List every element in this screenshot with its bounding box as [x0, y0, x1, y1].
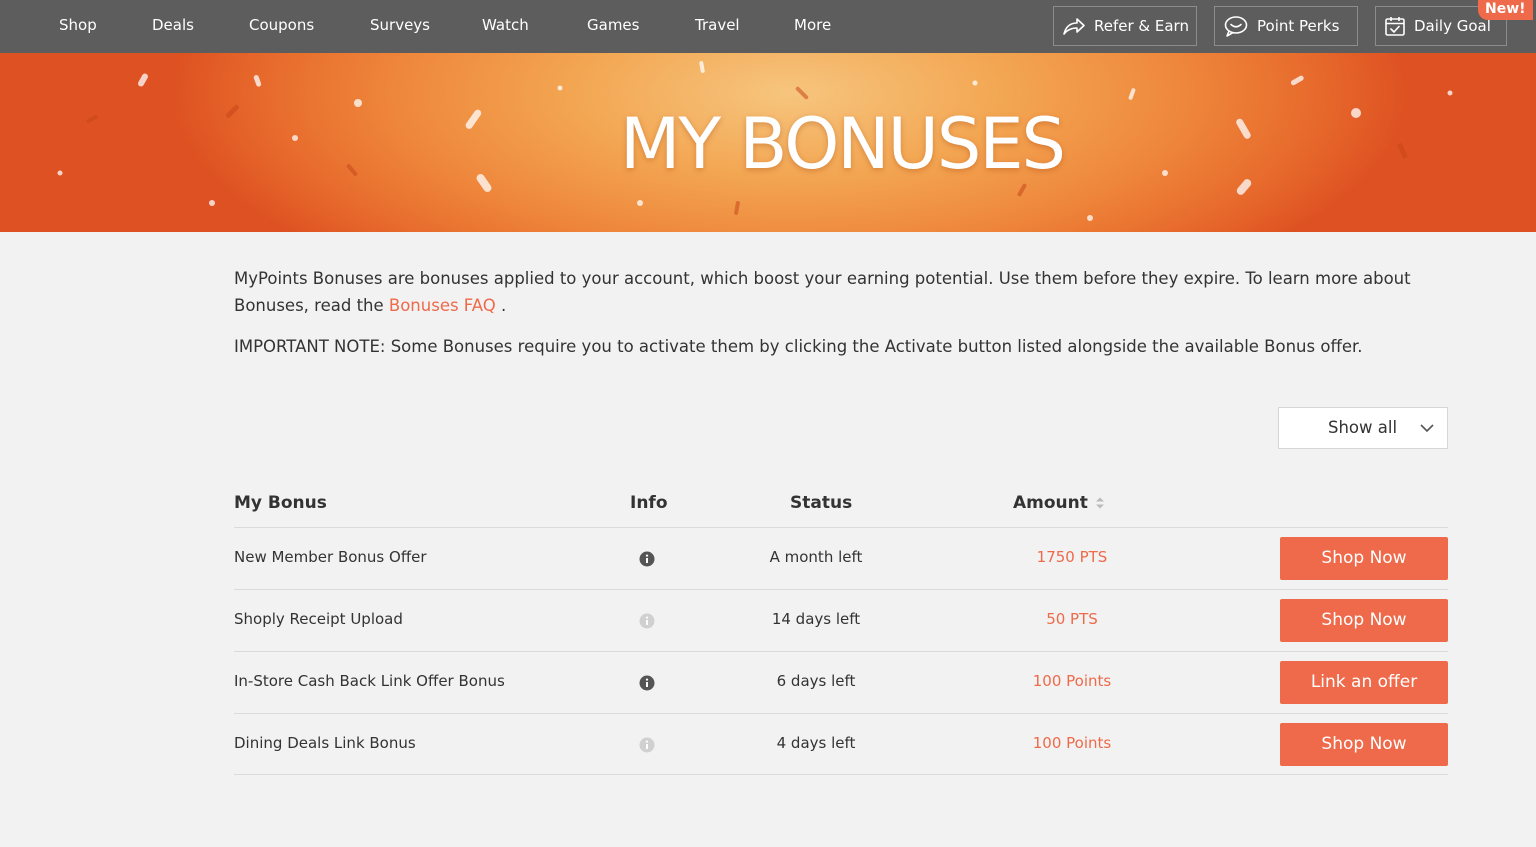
share-arrow-icon	[1063, 18, 1085, 35]
nav-surveys[interactable]: Surveys	[370, 0, 430, 53]
bonus-amount: 100 Points	[1032, 734, 1112, 752]
nav-deals[interactable]: Deals	[152, 0, 194, 53]
nav-games[interactable]: Games	[587, 0, 639, 53]
daily-goal-label: Daily Goal	[1414, 17, 1491, 35]
bonus-name: New Member Bonus Offer	[234, 548, 427, 566]
bonus-amount: 100 Points	[1032, 672, 1112, 690]
important-note: IMPORTANT NOTE: Some Bonuses require you…	[234, 337, 1363, 356]
nav-coupons[interactable]: Coupons	[249, 0, 314, 53]
bonus-status: 6 days left	[776, 672, 856, 690]
bonus-name: Dining Deals Link Bonus	[234, 734, 416, 752]
refer-earn-button[interactable]: Refer & Earn	[1053, 6, 1197, 46]
info-icon[interactable]	[639, 675, 655, 691]
top-navigation: Shop Deals Coupons Surveys Watch Games T…	[0, 0, 1536, 53]
chevron-down-icon	[1420, 424, 1434, 433]
table-row: In-Store Cash Back Link Offer Bonus 6 da…	[234, 651, 1448, 713]
table-row: Dining Deals Link Bonus 4 days left 100 …	[234, 713, 1448, 775]
sort-icon	[1095, 497, 1104, 509]
nav-shop[interactable]: Shop	[59, 0, 97, 53]
header-my-bonus: My Bonus	[234, 493, 327, 513]
bonus-name: In-Store Cash Back Link Offer Bonus	[234, 672, 505, 690]
bonus-name: Shoply Receipt Upload	[234, 610, 403, 628]
header-info: Info	[630, 493, 668, 513]
point-perks-label: Point Perks	[1257, 17, 1340, 35]
bonus-amount: 50 PTS	[1046, 610, 1098, 628]
filter-dropdown[interactable]: Show all	[1278, 407, 1448, 449]
bonus-amount: 1750 PTS	[1036, 548, 1108, 566]
table-row: New Member Bonus Offer A month left 1750…	[234, 527, 1448, 589]
bonus-status: 4 days left	[776, 734, 856, 752]
shop-now-button[interactable]: Shop Now	[1280, 723, 1448, 766]
refer-earn-label: Refer & Earn	[1094, 17, 1189, 35]
info-icon[interactable]	[639, 613, 655, 629]
nav-more[interactable]: More	[794, 0, 831, 53]
header-amount[interactable]: Amount	[1013, 493, 1106, 513]
new-badge: New!	[1478, 0, 1533, 20]
info-icon[interactable]	[639, 551, 655, 567]
chat-bubble-icon	[1224, 16, 1248, 37]
page-title: MY BONUSES	[620, 103, 1066, 185]
nav-watch[interactable]: Watch	[482, 0, 529, 53]
shop-now-button[interactable]: Shop Now	[1280, 537, 1448, 580]
link-offer-button[interactable]: Link an offer	[1280, 661, 1448, 704]
bonuses-faq-link[interactable]: Bonuses FAQ	[389, 296, 496, 315]
header-status: Status	[790, 493, 853, 513]
info-icon[interactable]	[639, 737, 655, 753]
calendar-check-icon	[1385, 17, 1405, 36]
bonus-status: A month left	[769, 548, 863, 566]
table-row: Shoply Receipt Upload 14 days left 50 PT…	[234, 589, 1448, 651]
nav-travel[interactable]: Travel	[695, 0, 740, 53]
intro-text: MyPoints Bonuses are bonuses applied to …	[234, 269, 1411, 315]
filter-selected-value: Show all	[1328, 418, 1398, 437]
hero-banner: MY BONUSES	[0, 53, 1536, 232]
point-perks-button[interactable]: Point Perks	[1214, 6, 1358, 46]
shop-now-button[interactable]: Shop Now	[1280, 599, 1448, 642]
bonus-status: 14 days left	[771, 610, 861, 628]
